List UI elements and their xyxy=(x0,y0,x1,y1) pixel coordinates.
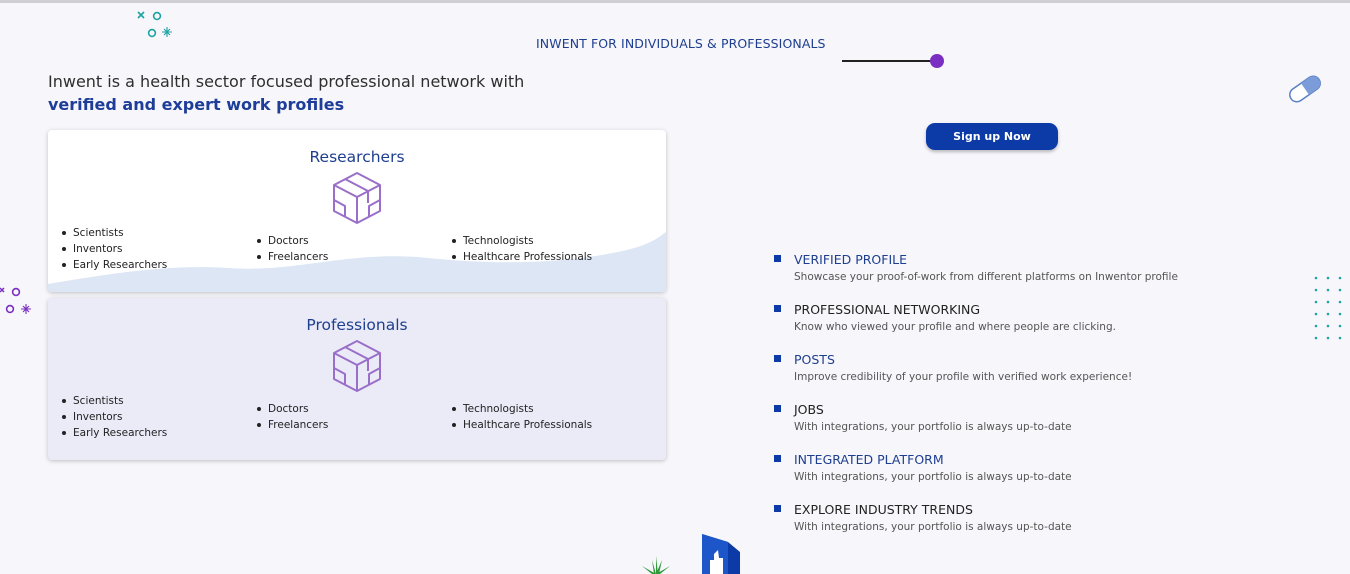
feature-item: VERIFIED PROFILE Showcase your proof-of-… xyxy=(774,253,1178,303)
card-title: Professionals xyxy=(306,316,408,334)
intro-text: Inwent is a health sector focused profes… xyxy=(48,72,525,91)
thumbs-up-icon xyxy=(702,534,740,574)
card-title: Researchers xyxy=(309,148,405,166)
plant-icon xyxy=(642,556,670,574)
feature-item: JOBS With integrations, your portfolio i… xyxy=(774,403,1178,453)
list-item: Freelancers xyxy=(255,417,328,433)
professionals-list-3: Technologists Healthcare Professionals xyxy=(450,401,592,433)
researchers-list-3: Technologists Healthcare Professionals xyxy=(450,233,592,265)
researchers-list-2: Doctors Freelancers xyxy=(255,233,328,265)
list-item: Doctors xyxy=(255,233,328,249)
list-item: Technologists xyxy=(450,401,592,417)
cube-icon xyxy=(333,172,381,224)
list-item: Inventors xyxy=(60,241,167,257)
professionals-list-1: Scientists Inventors Early Researchers xyxy=(60,393,167,441)
feature-title: PROFESSIONAL NETWORKING xyxy=(794,302,981,317)
feature-item: PROFESSIONAL NETWORKING Know who viewed … xyxy=(774,303,1178,353)
researchers-list-1: Scientists Inventors Early Researchers xyxy=(60,225,167,273)
professionals-list-2: Doctors Freelancers xyxy=(255,401,328,433)
intro: Inwent is a health sector focused profes… xyxy=(48,72,524,114)
list-item: Doctors xyxy=(255,401,328,417)
sparkle-icon xyxy=(0,287,31,314)
feature-item: POSTS Improve credibility of your profil… xyxy=(774,353,1178,403)
list-item: Healthcare Professionals xyxy=(450,417,592,433)
intro-highlight: verified and expert work profiles xyxy=(48,95,345,114)
list-item: Scientists xyxy=(60,393,167,409)
feature-description: With integrations, your portfolio is alw… xyxy=(794,521,1072,533)
pill-icon xyxy=(1289,75,1321,103)
feature-description: Know who viewed your profile and where p… xyxy=(794,321,1116,333)
list-item: Healthcare Professionals xyxy=(450,249,592,265)
top-rule xyxy=(0,0,1350,3)
feature-item: INTEGRATED PLATFORM With integrations, y… xyxy=(774,453,1178,503)
feature-title: VERIFIED PROFILE xyxy=(794,252,907,267)
bullet-icon xyxy=(774,355,781,362)
list-item: Early Researchers xyxy=(60,257,167,273)
bullet-icon xyxy=(774,305,781,312)
list-item: Technologists xyxy=(450,233,592,249)
professionals-card: Professionals Scientists Inventors Early… xyxy=(48,298,666,460)
list-item: Scientists xyxy=(60,225,167,241)
list-item: Freelancers xyxy=(255,249,328,265)
researchers-card: Researchers Scientists Inventors Early R… xyxy=(48,130,666,292)
feature-description: Showcase your proof-of-work from differe… xyxy=(794,271,1178,283)
bullet-icon xyxy=(774,505,781,512)
bullet-icon xyxy=(774,405,781,412)
features-list: VERIFIED PROFILE Showcase your proof-of-… xyxy=(774,253,1178,553)
slider-handle[interactable] xyxy=(930,54,944,68)
section-tag: INWENT FOR INDIVIDUALS & PROFESSIONALS xyxy=(536,36,826,51)
feature-title: EXPLORE INDUSTRY TRENDS xyxy=(794,502,973,517)
feature-description: Improve credibility of your profile with… xyxy=(794,371,1133,383)
bullet-icon xyxy=(774,255,781,262)
sparkle-icon xyxy=(137,11,172,38)
signup-button[interactable]: Sign up Now xyxy=(926,123,1058,150)
feature-description: With integrations, your portfolio is alw… xyxy=(794,421,1072,433)
slider-track xyxy=(842,60,934,62)
list-item: Inventors xyxy=(60,409,167,425)
feature-title: POSTS xyxy=(794,352,835,367)
cube-icon xyxy=(333,340,381,392)
dot-grid-icon xyxy=(1314,276,1342,340)
bullet-icon xyxy=(774,455,781,462)
feature-title: INTEGRATED PLATFORM xyxy=(794,452,944,467)
feature-item: EXPLORE INDUSTRY TRENDS With integration… xyxy=(774,503,1178,553)
list-item: Early Researchers xyxy=(60,425,167,441)
feature-title: JOBS xyxy=(794,402,824,417)
feature-description: With integrations, your portfolio is alw… xyxy=(794,471,1072,483)
